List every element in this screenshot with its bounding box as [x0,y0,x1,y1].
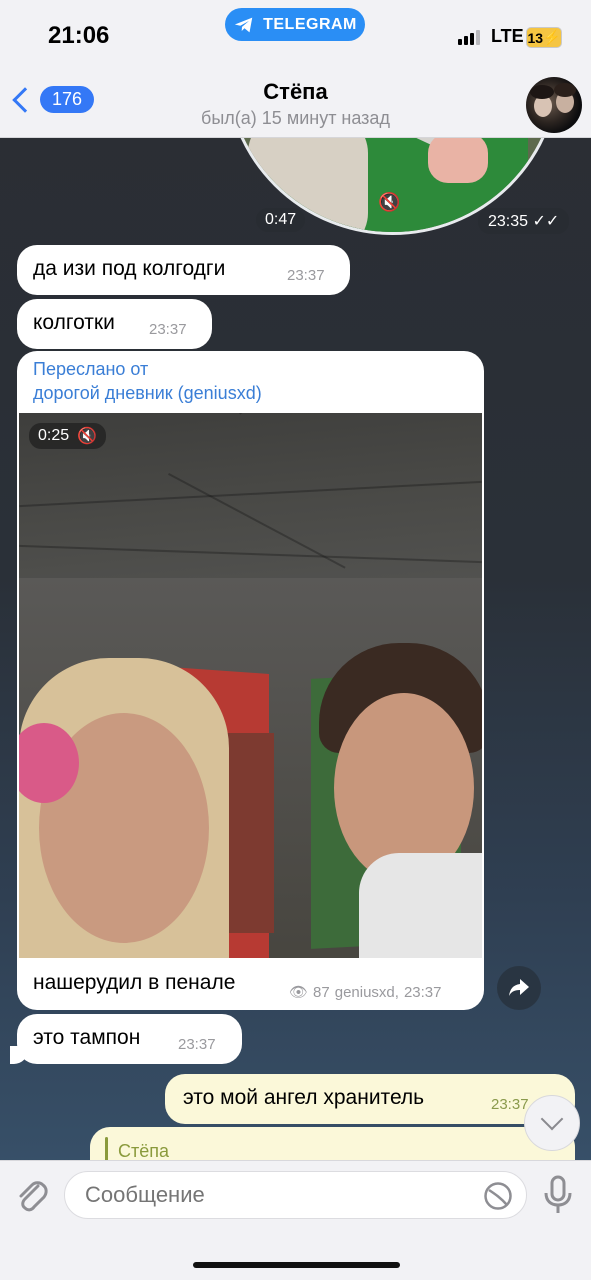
video-preview[interactable]: 0:25 🔇 [19,413,482,958]
message-bubble[interactable]: это тампон 23:37 [17,1014,242,1064]
avatar[interactable] [526,77,582,133]
clock: 21:06 [48,22,110,49]
network-type: LTE [491,26,524,46]
home-indicator[interactable] [193,1262,400,1268]
eye-icon: 👁 [289,984,309,1001]
telegram-icon [234,17,253,32]
message-time: 23:37 [178,1036,216,1053]
battery-icon: 13 ⚡ [526,27,562,48]
message-time: 23:37 [149,321,187,338]
forwarded-label: Переслано от [33,359,149,379]
share-button[interactable] [497,966,541,1010]
message-input[interactable] [64,1171,527,1219]
contact-name[interactable]: Стёпа [0,79,591,105]
paperclip-icon[interactable] [14,1176,50,1216]
video-duration: 0:25 [38,427,70,444]
message-text: колготки [33,311,115,334]
signal-icon [458,30,480,45]
status-bar: 21:06 TELEGRAM LTE 13 ⚡ [0,0,591,68]
forwarded-message[interactable]: Переслано от дорогой дневник (geniusxd) … [17,351,484,1010]
message-author: geniusxd, [334,983,399,1001]
message-text: да изи под колгодги [33,257,226,280]
sticker-icon[interactable] [483,1181,513,1211]
message-text: это мой ангел хранитель [183,1086,425,1109]
chevron-down-icon [540,1107,564,1131]
message-bubble[interactable]: колготки 23:37 [17,299,212,349]
message-bubble[interactable]: да изи под колгодги 23:37 [17,245,350,295]
muted-icon[interactable]: 🔇 [378,192,408,218]
message-time: 23:37 [403,983,442,1001]
forwarded-source-link[interactable]: дорогой дневник (geniusxd) [33,383,262,404]
bubble-tail [10,1046,28,1064]
round-video-duration: 0:47 [256,208,306,232]
view-count: 87 [313,983,330,1001]
telegram-banner[interactable]: TELEGRAM [225,8,365,41]
video-badge: 0:25 🔇 [29,423,107,449]
round-video-timestamp: 23:35 ✓✓ [478,208,570,234]
chat-header: 176 Стёпа был(а) 15 минут назад [0,68,591,138]
share-arrow-icon [509,979,529,996]
banner-label: TELEGRAM [263,15,357,33]
message-text: это тампон [33,1026,141,1049]
scroll-down-button[interactable] [524,1095,580,1151]
battery-level: 13 [527,29,544,46]
message-meta: 👁 87 geniusxd, 23:37 [289,983,442,1002]
microphone-icon[interactable] [542,1174,574,1216]
outgoing-message-bubble[interactable]: это мой ангел хранитель 23:37 [165,1074,575,1124]
round-video-time: 23:35 [488,213,529,230]
message-time: 23:37 [491,1096,529,1113]
contact-status: был(а) 15 минут назад [201,108,390,128]
muted-icon[interactable]: 🔇 [77,426,97,446]
reply-author: Стёпа [118,1141,170,1161]
message-time: 23:37 [287,267,325,284]
video-caption: нашерудил в пенале [33,971,236,994]
